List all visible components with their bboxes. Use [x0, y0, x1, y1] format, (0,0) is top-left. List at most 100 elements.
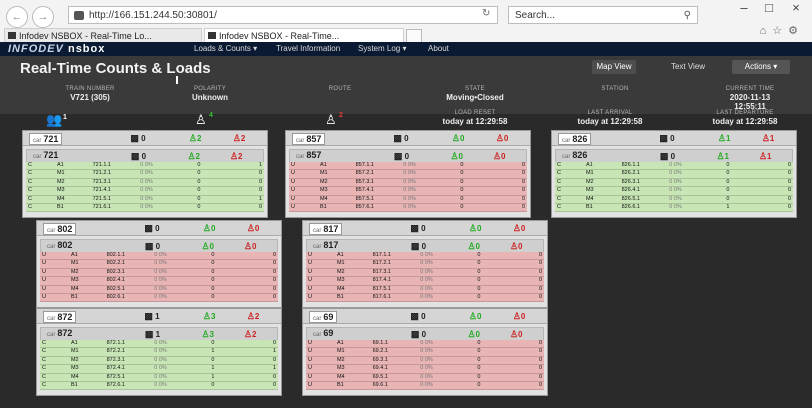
door-row[interactable]: C M3 826.4.1 0 0% 0 0 [555, 187, 793, 196]
door-row[interactable]: C M4 872.5.1 0 0% 1 0 [40, 373, 278, 382]
car-number-badge[interactable]: car 802 [43, 223, 77, 235]
door-load: 0 0% [669, 162, 682, 168]
nav-loads-counts[interactable]: Loads & Counts ▾ [194, 42, 257, 56]
door-row[interactable]: U A1 69.1.1 0 0% 0 0 [306, 340, 544, 349]
door-row[interactable]: C A1 826.1.1 0 0% 0 0 [555, 162, 793, 171]
door-row[interactable]: U B1 69.6.1 0 0% 0 0 [306, 381, 544, 391]
browser-tab-2[interactable]: Infodev NSBOX - Real-Time... [204, 28, 404, 42]
door-row[interactable]: U M2 802.3.1 0 0% 0 0 [40, 268, 278, 278]
car-number-badge[interactable]: car 721 [30, 150, 61, 160]
door-row[interactable]: U A1 802.1.1 0 0% 0 0 [40, 252, 278, 261]
door-row[interactable]: C M2 721.3.1 0 0% 0 0 [26, 178, 264, 188]
map-view-button[interactable]: Map View [592, 60, 636, 74]
door-status: C [557, 195, 561, 202]
refresh-icon[interactable]: ↻ [482, 8, 490, 19]
off-count: ♙0 [495, 133, 509, 143]
door-row[interactable]: U M2 69.3.1 0 0% 0 0 [306, 356, 544, 366]
door-row[interactable]: U M1 802.2.1 0 0% 0 0 [40, 260, 278, 269]
door-row[interactable]: U B1 802.6.1 0 0% 0 0 [40, 293, 278, 303]
close-icon[interactable]: × [784, 0, 808, 15]
door-status: U [291, 187, 295, 194]
address-text: http://166.151.244.50:30801/ [89, 10, 217, 21]
car-number-badge[interactable]: car 817 [309, 223, 343, 235]
door-off: 0 [538, 348, 542, 355]
door-row[interactable]: U M3 857.4.1 0 0% 0 0 [289, 187, 527, 196]
car-number-badge[interactable]: car 857 [292, 133, 326, 145]
door-row[interactable]: C M1 721.2.1 0 0% 0 0 [26, 170, 264, 179]
boarding-icon: ♙ [188, 133, 197, 143]
browser-tab-1[interactable]: Infodev NSBOX - Real-Time Lo... [4, 28, 202, 42]
car-number-badge[interactable]: car 826 [558, 133, 592, 145]
door-status: U [308, 277, 312, 284]
door-row[interactable]: C A1 872.1.1 0 0% 0 0 [40, 340, 278, 349]
search-icon[interactable]: ⚲ [684, 7, 691, 25]
text-view-button[interactable]: Text View [668, 60, 708, 74]
door-row[interactable]: C M2 872.3.1 0 0% 0 0 [40, 356, 278, 366]
car-number-badge[interactable]: car 857 [293, 150, 324, 160]
car-number-badge[interactable]: car 69 [309, 311, 338, 323]
door-row[interactable]: C M3 721.4.1 0 0% 0 0 [26, 187, 264, 196]
car-number-badge[interactable]: car 802 [44, 240, 75, 250]
door-row[interactable]: U M3 817.4.1 0 0% 0 0 [306, 277, 544, 286]
door-row[interactable]: C M2 826.3.1 0 0% 0 0 [555, 178, 793, 188]
door-row[interactable]: U B1 817.6.1 0 0% 0 0 [306, 293, 544, 303]
car-number-badge[interactable]: car 69 [310, 328, 336, 338]
passenger-icon: ▩ [130, 151, 140, 161]
car-number-badge[interactable]: car 826 [559, 150, 590, 160]
boarding-icon: ♙ [195, 112, 207, 127]
door-row[interactable]: C A1 721.1.1 0 0% 0 1 [26, 162, 264, 171]
maximize-icon[interactable]: □ [757, 0, 781, 15]
door-row[interactable]: C M1 872.2.1 0 0% 1 1 [40, 348, 278, 357]
door-row[interactable]: U A1 857.1.1 0 0% 0 0 [289, 162, 527, 171]
door-row[interactable]: U M4 817.5.1 0 0% 0 0 [306, 285, 544, 294]
back-icon[interactable]: ← [6, 6, 28, 28]
door-row[interactable]: U M4 69.5.1 0 0% 0 0 [306, 373, 544, 382]
alighting-icon: ♙ [232, 133, 241, 143]
door-row[interactable]: C M3 872.4.1 0 0% 1 1 [40, 365, 278, 374]
door-load: 0 0% [403, 195, 416, 202]
alighting-icon: ♙ [229, 151, 239, 161]
door-status: C [42, 348, 46, 355]
door-row[interactable]: U M3 69.4.1 0 0% 0 0 [306, 365, 544, 374]
door-off: 0 [538, 268, 542, 275]
new-tab-button[interactable] [406, 29, 422, 43]
address-bar[interactable]: http://166.151.244.50:30801/ [68, 6, 498, 24]
nav-system-log[interactable]: System Log ▾ [358, 42, 406, 56]
door-on: 0 [211, 252, 215, 258]
minimize-icon[interactable]: – [732, 0, 756, 15]
door-row[interactable]: U M4 802.5.1 0 0% 0 0 [40, 285, 278, 294]
door-row[interactable]: U A1 817.1.1 0 0% 0 0 [306, 252, 544, 261]
door-row[interactable]: C B1 721.6.1 0 0% 0 0 [26, 203, 264, 213]
car-number-badge[interactable]: car 817 [310, 240, 341, 250]
door-on: 0 [197, 170, 201, 177]
passenger-icon: ▩ [393, 133, 402, 143]
door-row[interactable]: U M2 857.3.1 0 0% 0 0 [289, 178, 527, 188]
car-number-badge[interactable]: car 721 [29, 133, 63, 145]
car-number-badge[interactable]: car 872 [43, 311, 77, 323]
door-row[interactable]: U M1 817.2.1 0 0% 0 0 [306, 260, 544, 269]
actions-button[interactable]: Actions ▾ [732, 60, 790, 74]
nav-travel-information[interactable]: Travel Information [276, 42, 340, 56]
nav-about[interactable]: About [428, 42, 449, 56]
on-count: ♙0 [468, 311, 482, 321]
door-row[interactable]: U M1 69.2.1 0 0% 0 0 [306, 348, 544, 357]
door-row[interactable]: U M4 857.5.1 0 0% 0 0 [289, 195, 527, 204]
door-row[interactable]: C M4 826.5.1 0 0% 0 0 [555, 195, 793, 204]
door-row[interactable]: U M3 802.4.1 0 0% 0 0 [40, 277, 278, 286]
last-departure-value: today at 12:29:58 [712, 117, 778, 126]
door-row[interactable]: U M2 817.3.1 0 0% 0 0 [306, 268, 544, 278]
app-logo[interactable]: INFODEV nsbox [8, 42, 105, 56]
app-navbar: INFODEV nsbox Loads & Counts ▾ Travel In… [0, 42, 812, 56]
door-row[interactable]: C M4 721.5.1 0 0% 0 1 [26, 195, 264, 204]
door-row[interactable]: U B1 857.6.1 0 0% 0 0 [289, 203, 527, 213]
door-row[interactable]: C B1 872.6.1 0 0% 0 0 [40, 381, 278, 391]
car-number-badge[interactable]: car 872 [44, 328, 75, 338]
search-input[interactable]: Search... ⚲ [508, 6, 698, 24]
door-row[interactable]: C B1 826.6.1 0 0% 1 0 [555, 203, 793, 213]
door-row[interactable]: U M1 857.2.1 0 0% 0 0 [289, 170, 527, 179]
door-load: 0 0% [420, 268, 433, 275]
door-on: 0 [211, 285, 215, 292]
door-row[interactable]: C M1 826.2.1 0 0% 0 0 [555, 170, 793, 179]
car-card: car 721 ▩ 0 ♙2 ♙2 car 721 ▩ 0 ♙2 ♙2 C A1 7… [22, 130, 268, 218]
forward-icon[interactable]: → [32, 6, 54, 28]
